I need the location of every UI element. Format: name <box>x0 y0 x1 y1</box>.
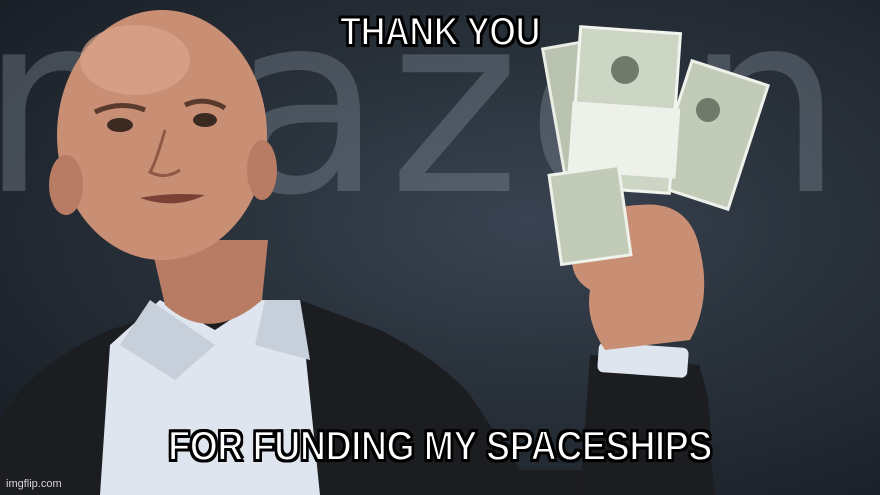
bill-band <box>567 101 681 179</box>
top-caption: THANK YOU <box>339 9 541 55</box>
ear-right <box>247 140 277 200</box>
bill-seal-2 <box>696 98 720 122</box>
bill-stack-low <box>547 163 633 267</box>
bill-seal-1 <box>611 56 639 84</box>
eye-left <box>107 118 133 132</box>
watermark: imgflip.com <box>6 478 62 490</box>
ear-left <box>49 155 83 215</box>
eye-right <box>193 113 217 127</box>
photo-scene <box>0 10 771 495</box>
bottom-caption: FOR FUNDING MY SPACESHIPS <box>167 421 713 470</box>
meme-image: mazon THANK YOU FOR FUNDING MY SPACESHIP… <box>0 0 880 495</box>
